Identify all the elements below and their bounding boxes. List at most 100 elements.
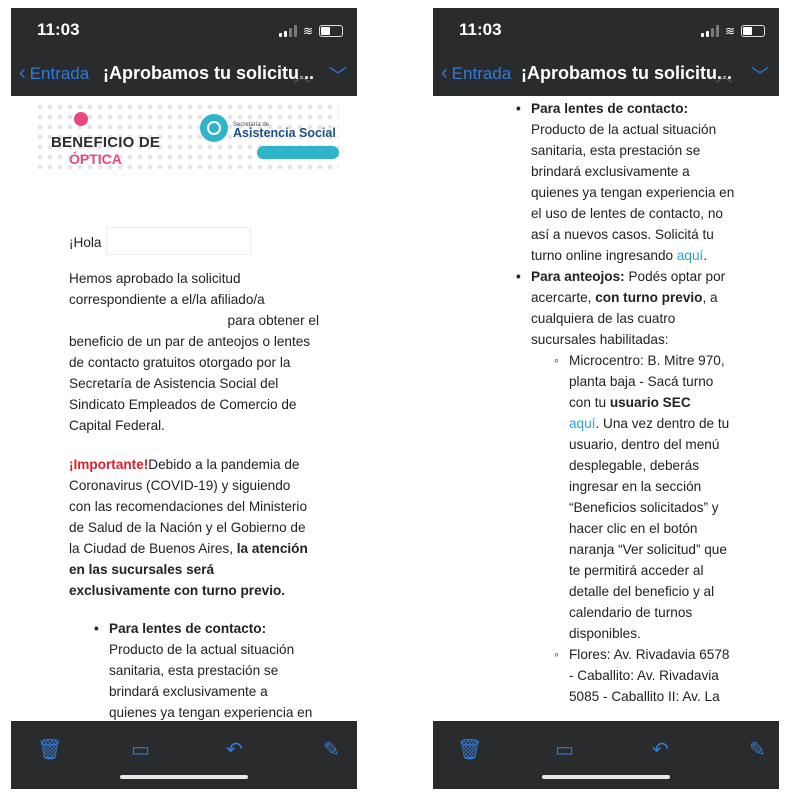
text-line: Para anteojos: Podés optar por: [531, 266, 761, 287]
text-line: Producto de la actual situación: [109, 642, 295, 657]
text-line: así a nuevos casos. Solicitá tu: [531, 227, 714, 242]
home-indicator[interactable]: [120, 775, 248, 779]
bottom-toolbar: 🗑 ▭ ↶ ✎: [11, 721, 357, 789]
text-span: con tu: [569, 395, 610, 410]
text-line: Microcentro: B. Mitre 970,: [569, 353, 725, 368]
chevron-up-icon[interactable]: ︿: [293, 62, 311, 88]
right-screenshot: 11:03 ≋ ‹ Entrada ¡Aprobamos tu solicitu.…: [433, 8, 779, 789]
important-label: ¡Importante!: [69, 457, 149, 472]
text-line: exclusivamente con turno previo.: [69, 583, 286, 598]
text-line: detalle del beneficio y al: [569, 584, 715, 599]
text-line: “Beneficios solicitados” y: [569, 500, 719, 515]
text-span: Podés optar por: [624, 269, 726, 284]
subject-title: ¡Aprobamos tu solicitu...: [521, 63, 733, 83]
text-span: .: [703, 248, 708, 263]
text-line: Hemos aprobado la solicitud: [69, 271, 241, 286]
sub-microcentro: Microcentro: B. Mitre 970, planta baja -…: [554, 350, 769, 644]
text-line: el uso de lentes de contacto, no: [531, 206, 723, 221]
email-body[interactable]: Para lentes de contacto: Producto de la …: [433, 96, 779, 721]
text-line: con tu usuario SEC: [569, 392, 769, 413]
trash-icon[interactable]: 🗑: [37, 737, 62, 762]
wifi-icon: ≋: [724, 24, 735, 38]
folder-icon[interactable]: ▭: [555, 737, 574, 762]
text-span: la atención: [236, 541, 308, 556]
chevron-up-icon[interactable]: ︿: [715, 62, 733, 88]
reply-icon[interactable]: ↶: [226, 737, 243, 762]
battery-icon: [319, 25, 343, 37]
wifi-icon: ≋: [302, 24, 313, 38]
text-line: usuario, dentro del menú: [569, 437, 720, 452]
back-button[interactable]: ‹ Entrada: [441, 62, 511, 85]
bullet-contact-lenses: Para lentes de contacto: Producto de la …: [94, 618, 339, 721]
top-bar: 11:03 ≋ ‹ Entrada ¡Aprobamos tu solicitu.…: [11, 8, 357, 96]
text-span: acercarte,: [531, 290, 596, 305]
subject-title: ¡Aprobamos tu solicitu...: [103, 63, 315, 83]
banner-title-line2: ÓPTICA: [69, 151, 122, 167]
text-line: en las sucursales será: [69, 562, 215, 577]
folder-icon[interactable]: ▭: [131, 737, 150, 762]
status-time: 11:03: [459, 20, 502, 39]
bullet-title: Para anteojos:: [531, 269, 625, 284]
text-line: brindará exclusivamente a: [531, 164, 690, 179]
battery-icon: [741, 25, 765, 37]
important-paragraph: ¡Importante!Debido a la pandemia de Coro…: [69, 454, 319, 601]
text-line: ¡Importante!Debido a la pandemia de: [69, 454, 319, 475]
text-line: quienes ya tengan experiencia en: [109, 705, 313, 720]
text-line: de contacto gratuitos otorgado por la: [69, 355, 291, 370]
top-bar: 11:03 ≋ ‹ Entrada ¡Aprobamos tu solicitu.…: [433, 8, 779, 96]
text-line: de Salud de la Nación y el Gobierno de: [69, 520, 306, 535]
mail-nav-bar: ‹ Entrada ¡Aprobamos tu solicitu... ︿ ﹀: [11, 56, 357, 92]
text-span: turno online ingresando: [531, 248, 677, 263]
bullet-title: Para lentes de contacto:: [531, 101, 689, 116]
text-line: con las recomendaciones del Ministerio: [69, 499, 308, 514]
back-button[interactable]: ‹ Entrada: [19, 62, 89, 85]
status-icons: ≋: [700, 24, 765, 38]
text-span: la Ciudad de Buenos Aires,: [69, 541, 237, 556]
text-line: hacer clic en el botón: [569, 521, 698, 536]
text-span: con turno previo: [595, 290, 703, 305]
compose-icon[interactable]: ✎: [323, 737, 340, 762]
email-body[interactable]: BENEFICIO DE ÓPTICA Secretaría de Asiste…: [11, 96, 357, 721]
signal-icon: [700, 25, 719, 37]
text-span: . Una vez dentro de tu: [595, 416, 730, 431]
text-line: Coronavirus (COVID-19) y siguiendo: [69, 478, 291, 493]
text-line: Sindicato Empleados de Comercio de: [69, 397, 297, 412]
intro-paragraph: Hemos aprobado la solicitud correspondie…: [69, 268, 319, 436]
left-screenshot: 11:03 ≋ ‹ Entrada ¡Aprobamos tu solicitu.…: [11, 8, 357, 789]
text-line: te permitirá acceder al: [569, 563, 704, 578]
text-line: planta baja - Sacá turno: [569, 374, 714, 389]
text-line: acercarte, con turno previo, a: [531, 287, 761, 308]
trash-icon[interactable]: 🗑: [457, 737, 482, 762]
text-line: Secretaría de Asistencia Social del: [69, 376, 279, 391]
aqui-link[interactable]: aquí: [569, 416, 595, 431]
back-label: Entrada: [451, 63, 512, 83]
text-line: desplegable, deberás: [569, 458, 699, 473]
text-line: Producto de la actual situación: [531, 122, 717, 137]
text-line: disponibles.: [569, 626, 641, 641]
text-line: calendario de turnos: [569, 605, 693, 620]
banner-sec-big: Asistencia Social: [233, 126, 336, 140]
text-line: quienes ya tengan experiencia en: [531, 185, 735, 200]
message-nav: ︿ ﹀: [715, 62, 769, 88]
bullet-contact-lenses: Para lentes de contacto: Producto de la …: [516, 98, 761, 266]
text-line: correspondiente a el/la afiliado/a: [69, 292, 265, 307]
glasses-icon: [74, 112, 88, 126]
chevron-left-icon: ‹: [19, 62, 26, 84]
sub-flores: Flores: Av. Rivadavia 6578 - Caballito: …: [554, 644, 769, 707]
chevron-down-icon[interactable]: ﹀: [329, 62, 347, 88]
text-line: sanitaria, esta prestación se: [109, 663, 279, 678]
aqui-link[interactable]: aquí: [677, 248, 703, 263]
text-line: la Ciudad de Buenos Aires, la atención: [69, 538, 319, 559]
banner-pill: [257, 146, 339, 159]
mail-nav-bar: ‹ Entrada ¡Aprobamos tu solicitu... ︿ ﹀: [433, 56, 779, 92]
home-indicator[interactable]: [542, 775, 670, 779]
text-span: , a: [702, 290, 718, 305]
chevron-down-icon[interactable]: ﹀: [751, 62, 769, 88]
chevron-left-icon: ‹: [441, 62, 448, 84]
compose-icon[interactable]: ✎: [749, 737, 766, 762]
reply-icon[interactable]: ↶: [652, 737, 669, 762]
text-line: ingresar en la sección: [569, 479, 702, 494]
back-label: Entrada: [29, 63, 90, 83]
text-line: beneficio de un par de anteojos o lentes: [69, 334, 311, 349]
text-line: sucursales habilitadas:: [531, 332, 669, 347]
